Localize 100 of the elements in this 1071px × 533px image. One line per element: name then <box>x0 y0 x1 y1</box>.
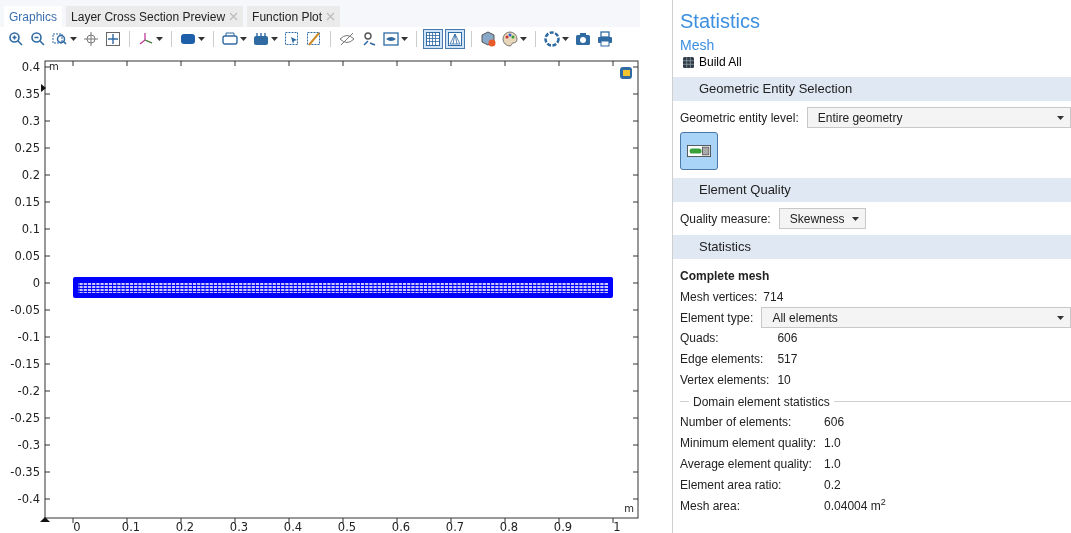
tick-label: 0.4 <box>21 60 40 74</box>
view-icon <box>383 31 399 47</box>
toolbar-button[interactable] <box>500 29 529 49</box>
tick-label: 0.35 <box>14 87 40 101</box>
print-icon <box>597 31 613 47</box>
field-label: Element area ratio: <box>680 477 783 494</box>
caret-icon <box>562 37 569 41</box>
axis-unit: m <box>624 503 634 514</box>
cube-icon <box>480 31 496 47</box>
field-label: Mesh area: <box>680 498 742 515</box>
build-all-button[interactable]: Build All <box>683 54 742 71</box>
caret-icon <box>852 216 860 221</box>
field-label: Minimum element quality: <box>680 435 817 452</box>
tick-label: -0.25 <box>10 411 40 425</box>
close-icon <box>326 12 336 21</box>
tick-label: 0.6 <box>391 520 411 533</box>
tick-label: 0.15 <box>14 195 40 209</box>
axes-icon <box>138 31 154 47</box>
field-label: Geometric entity level: <box>680 110 799 125</box>
field-label: Quality measure: <box>680 211 771 226</box>
toggle-button[interactable] <box>680 132 718 170</box>
tab[interactable]: Function Plot <box>247 6 341 27</box>
section-header: Geometric Entity Selection <box>673 77 1071 101</box>
fit-icon <box>105 31 121 47</box>
tick-label: 0.2 <box>175 520 195 533</box>
field-label: Average element quality: <box>680 456 813 473</box>
field-value: 517 <box>777 351 799 368</box>
tab[interactable]: Layer Cross Section Preview <box>66 6 244 27</box>
axis-unit: m <box>49 61 59 72</box>
field-label: Quads: <box>680 330 720 347</box>
field-value: 1.0 <box>824 435 842 452</box>
palette-icon <box>502 31 518 47</box>
panel-subtitle: Mesh <box>679 36 715 54</box>
tick-label: -0.1 <box>17 330 40 344</box>
view-icon[interactable] <box>620 67 632 79</box>
zoom-box-icon <box>52 31 68 47</box>
dropdown[interactable]: Skewness <box>778 208 867 229</box>
tick-label: 0.1 <box>121 520 141 533</box>
tick-label: -0.15 <box>10 357 40 371</box>
field-label: Mesh vertices: <box>680 289 758 304</box>
field-value: 714 <box>763 289 784 304</box>
toolbar-button[interactable] <box>542 29 571 49</box>
group-title: Domain element statistics <box>693 394 830 409</box>
field-value: 606 <box>824 414 846 431</box>
toolbar-button[interactable] <box>81 29 101 49</box>
tick-label: -0.2 <box>17 384 40 398</box>
toolbar-button[interactable] <box>103 29 123 49</box>
tick-label: 0.25 <box>14 141 40 155</box>
toolbar-button[interactable] <box>423 29 443 49</box>
marker-icon <box>40 517 50 522</box>
tick-label: 1 <box>613 520 621 533</box>
tick-label: 0.9 <box>553 520 573 533</box>
select-box-icon <box>284 31 300 47</box>
mesh-icon <box>447 31 463 47</box>
tick-label: -0.35 <box>10 465 40 479</box>
tick-label: 0 <box>73 520 81 533</box>
switch-icon <box>687 144 711 158</box>
field-value: 0.04004 m$^{2}$ <box>824 496 887 515</box>
tick-label: 0.3 <box>229 520 249 533</box>
tick-label: 0.7 <box>445 520 465 533</box>
tick-label: 0.1 <box>21 222 40 236</box>
zoom-in-icon <box>8 31 24 47</box>
tick-label: 0.4 <box>283 520 303 533</box>
tick-label: -0.4 <box>17 492 40 506</box>
toolbar-button[interactable] <box>381 29 410 49</box>
tick-label: -0.05 <box>10 303 40 317</box>
field-label: Number of elements: <box>680 414 793 431</box>
field-label: Edge elements: <box>680 351 765 368</box>
crosshair-icon <box>83 31 99 47</box>
tick-label: 0.8 <box>499 520 519 533</box>
subheading: Complete mesh <box>680 268 770 283</box>
dropdown[interactable]: Entire geometry <box>806 107 1071 128</box>
grid-icon <box>425 31 441 47</box>
field-value: 10 <box>777 372 792 389</box>
dropdown[interactable]: All elements <box>761 307 1071 328</box>
tick-label: 0.2 <box>21 168 40 182</box>
tick-label: 0.3 <box>21 114 40 128</box>
tab[interactable]: Graphics <box>4 6 63 27</box>
tick-label: 0 <box>32 276 40 290</box>
caret-icon <box>198 37 205 41</box>
field-value: 1.0 <box>824 456 842 473</box>
caret-icon <box>70 37 77 41</box>
toolbar-button[interactable] <box>478 29 498 49</box>
tick-label: -0.3 <box>17 438 40 452</box>
caret-icon <box>240 37 247 41</box>
section-header: Statistics <box>673 235 1071 259</box>
close-icon <box>229 12 239 21</box>
camera-icon <box>575 31 591 47</box>
field-label: Element type: <box>680 310 754 325</box>
panel-title: Statistics <box>679 9 761 34</box>
tick-label: 0.5 <box>337 520 357 533</box>
marker-icon <box>41 84 46 92</box>
caret-icon <box>401 37 408 41</box>
field-value: 606 <box>777 330 799 347</box>
toolbar-button[interactable] <box>445 29 465 49</box>
field-label: Vertex elements: <box>680 372 770 389</box>
toolbar-button[interactable] <box>595 29 615 49</box>
caret-icon <box>271 37 278 41</box>
aperture-icon <box>544 31 560 47</box>
caret-icon <box>520 37 527 41</box>
